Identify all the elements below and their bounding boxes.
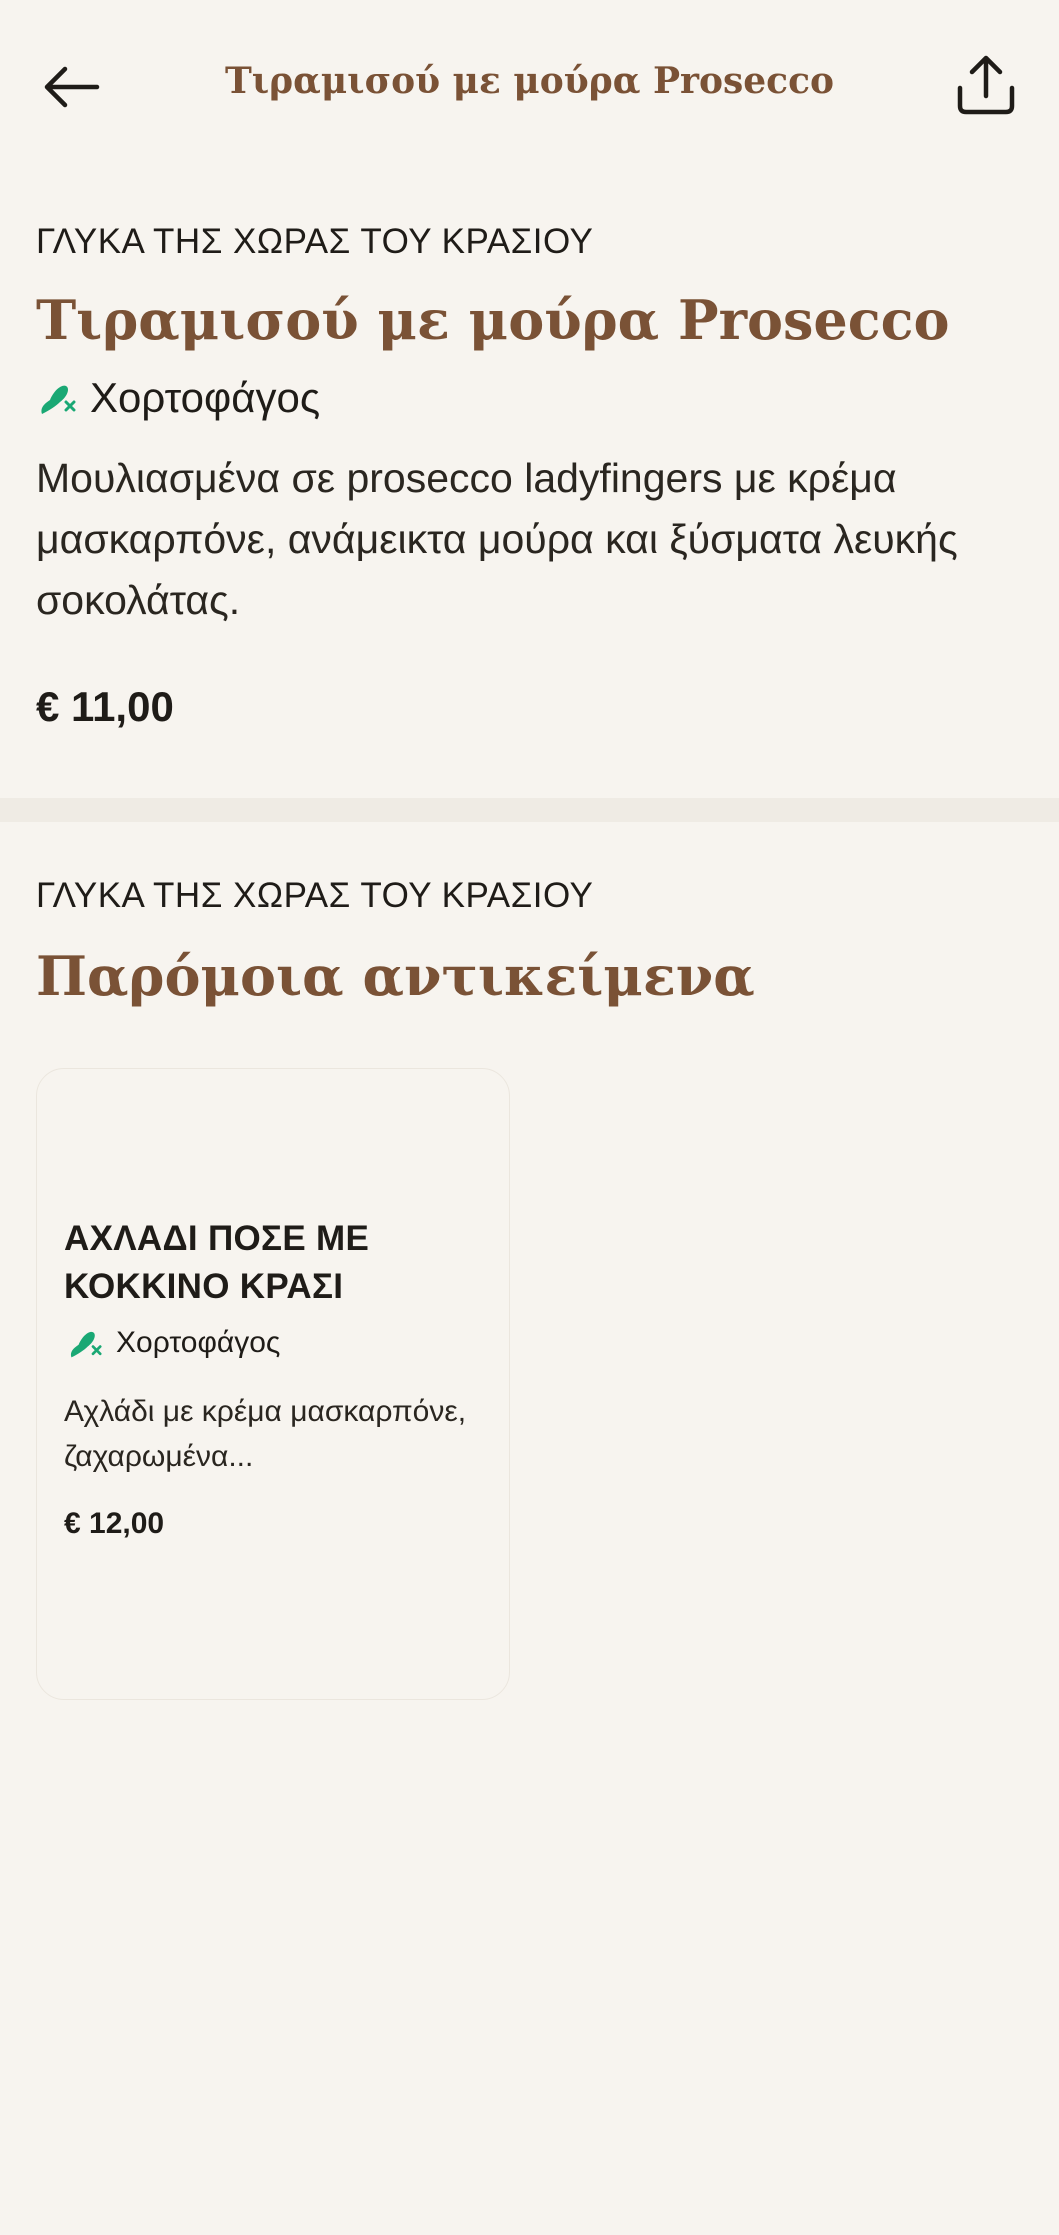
share-icon: [957, 55, 1015, 115]
product-detail: ΓΛΥΚΑ ΤΗΣ ΧΩΡΑΣ ΤΟΥ ΚΡΑΣΙΟΥ Τιραμισού με…: [36, 222, 1023, 731]
diet-label: Χορτοφάγος: [90, 374, 321, 421]
product-category: ΓΛΥΚΑ ΤΗΣ ΧΩΡΑΣ ΤΟΥ ΚΡΑΣΙΟΥ: [36, 222, 594, 261]
similar-items-section: ΓΛΥΚΑ ΤΗΣ ΧΩΡΑΣ ΤΟΥ ΚΡΑΣΙΟΥ Παρόμοια αντ…: [36, 876, 1023, 1008]
card-diet-badge: Χορτοφάγος: [64, 1325, 487, 1361]
share-button[interactable]: [950, 50, 1022, 122]
product-description: Μουλιασμένα σε prosecco ladyfingers με κ…: [36, 455, 958, 623]
vegetarian-icon: [70, 1331, 102, 1358]
arrow-left-icon: [44, 66, 100, 108]
diet-badge: Χορτοφάγος: [36, 374, 1023, 422]
card-description: Αχλάδι με κρέμα μασκαρπόνε, ζαχαρωμένα..…: [64, 1395, 467, 1473]
similar-category: ΓΛΥΚΑ ΤΗΣ ΧΩΡΑΣ ΤΟΥ ΚΡΑΣΙΟΥ: [36, 876, 594, 915]
section-divider: [0, 798, 1059, 822]
card-diet-label: Χορτοφάγος: [116, 1326, 281, 1359]
header-title: Τιραμισού με μούρα Prosecco: [224, 60, 835, 102]
card-price: € 12,00: [64, 1507, 165, 1540]
similar-item-card[interactable]: ΑΧΛΑΔΙ ΠΟΣΕ ΜΕ ΚΟΚΚΙΝΟ ΚΡΑΣΙ Χορτοφάγος …: [36, 1068, 510, 1700]
top-bar: Τιραμισού με μούρα Prosecco: [0, 0, 1059, 170]
vegetarian-icon: [41, 385, 76, 414]
product-title: Τιραμισού με μούρα Prosecco: [36, 288, 950, 352]
back-button[interactable]: [36, 52, 106, 122]
product-price: € 11,00: [36, 683, 174, 730]
card-title: ΑΧΛΑΔΙ ΠΟΣΕ ΜΕ ΚΟΚΚΙΝΟ ΚΡΑΣΙ: [64, 1219, 370, 1306]
similar-title: Παρόμοια αντικείμενα: [36, 944, 755, 1008]
